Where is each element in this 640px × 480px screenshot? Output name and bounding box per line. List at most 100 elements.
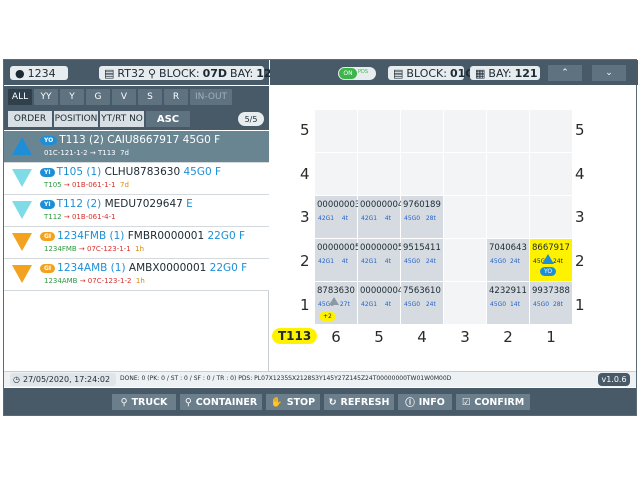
- truck-indicator[interactable]: T113: [272, 328, 318, 344]
- search-icon: ⚲: [120, 396, 128, 408]
- job-type: 45G0 F: [182, 134, 221, 146]
- container-weight: 4t: [384, 301, 391, 308]
- bay-cell[interactable]: 8783630 45G0 27t +2: [315, 282, 357, 324]
- container-weight: 4t: [384, 215, 391, 222]
- bay-label: BAY:: [230, 66, 254, 80]
- bay-cell-empty[interactable]: [401, 110, 443, 152]
- container-type: 42G1: [361, 301, 378, 308]
- refresh-button[interactable]: ↻ REFRESH: [324, 394, 394, 410]
- yo-badge: YO: [540, 267, 557, 276]
- info-button[interactable]: ⓘ INFO: [398, 394, 452, 410]
- pds-toggle[interactable]: ON PDS: [338, 67, 376, 80]
- filter-all[interactable]: ALL: [8, 89, 32, 105]
- container-id: 00000004: [360, 286, 404, 296]
- bay-cell-empty[interactable]: [530, 153, 572, 195]
- done-summary: DONE: 0 (PK: 0 / ST : 0 / SF : 0 / TR : …: [120, 375, 452, 382]
- container-weight: 24t: [552, 258, 563, 265]
- list-item[interactable]: YO T113 (2) CAIU8667917 45G0 F 01C-121-1-…: [4, 131, 269, 163]
- bay-cell[interactable]: 00000005 42G1 4t: [358, 239, 403, 281]
- container-id: 8783630: [317, 286, 355, 296]
- bay-cell-empty[interactable]: [401, 153, 443, 195]
- bay-cell[interactable]: 4232911 45G0 14t: [487, 282, 529, 324]
- user-pill[interactable]: ● 1234: [10, 66, 68, 80]
- container-button[interactable]: ⚲ CONTAINER: [180, 394, 262, 410]
- bay-cell-empty[interactable]: [444, 282, 486, 324]
- job-type: 22G0 F: [209, 262, 248, 274]
- bay-cell-empty[interactable]: [444, 196, 486, 238]
- bay-cell-empty[interactable]: [358, 153, 400, 195]
- confirm-button[interactable]: ☑ CONFIRM: [456, 394, 530, 410]
- right-block-label: BLOCK:: [406, 66, 447, 80]
- job-time: 7d: [120, 149, 129, 157]
- bay-cell-selected[interactable]: 8667917 45G0 24t YO: [530, 239, 572, 281]
- bay-cell-empty[interactable]: [487, 110, 529, 152]
- list-item-title: YI T112 (2) MEDU7029647 E: [40, 198, 193, 210]
- bay-cell[interactable]: 9937388 45G0 28t: [530, 282, 572, 324]
- list-item[interactable]: YI T112 (2) MEDU7029647 E T112 → 01B-061-…: [4, 195, 269, 227]
- right-bay-pill: ▦ BAY: 121: [470, 66, 540, 80]
- container-id: 00000003: [317, 200, 361, 210]
- bay-cell-empty[interactable]: [444, 239, 486, 281]
- route-from: T112: [44, 213, 62, 221]
- job-type: E: [186, 198, 193, 210]
- filter-r[interactable]: R: [164, 89, 188, 105]
- bay-cell[interactable]: 00000004 42G1 4t: [358, 282, 404, 324]
- checkbox-icon: ☑: [461, 396, 471, 408]
- sort-ytrt[interactable]: YT/RT NO: [100, 111, 144, 127]
- list-item[interactable]: YI T105 (1) CLHU8783630 45G0 F T105 → 01B…: [4, 163, 269, 195]
- filter-y[interactable]: Y: [60, 89, 84, 105]
- job-type: 45G0 F: [183, 166, 222, 178]
- filter-in-out[interactable]: IN-OUT: [190, 89, 232, 105]
- container-type: 42G1: [318, 258, 335, 265]
- bay-cell[interactable]: 00000005 42G1 4t: [315, 239, 360, 281]
- job-badge: GI: [40, 263, 56, 273]
- job-truck: T105 (1): [56, 166, 102, 178]
- bay-up-button[interactable]: ⌃: [548, 65, 582, 81]
- bay-cell-empty[interactable]: [530, 196, 572, 238]
- bay-cell-empty[interactable]: [315, 110, 357, 152]
- bay-cell[interactable]: 7563610 45G0 24t: [401, 282, 443, 324]
- rt-number: RT32: [117, 66, 145, 80]
- container-info: 42G1 4t: [361, 301, 391, 308]
- list-item-title: YI T105 (1) CLHU8783630 45G0 F: [40, 166, 221, 178]
- list-item-route: 01C-121-1-2 → T113 7d: [44, 149, 129, 157]
- bay-down-button[interactable]: ⌄: [592, 65, 626, 81]
- block-icon: ▤: [393, 66, 404, 80]
- bay-cell-empty[interactable]: [358, 110, 400, 152]
- bay-cell[interactable]: 00000003 42G1 4t: [315, 196, 361, 238]
- bay-cell-empty[interactable]: [444, 153, 486, 195]
- user-icon: ●: [15, 66, 25, 80]
- filter-s[interactable]: S: [138, 89, 162, 105]
- list-item[interactable]: GI 1234FMB (1) FMBR0000001 22G0 F 1234FMB…: [4, 227, 269, 259]
- route-from: 1234AMB: [44, 277, 78, 285]
- bay-cell[interactable]: 7040643 45G0 24t: [487, 239, 529, 281]
- bay-cell-empty[interactable]: [315, 153, 357, 195]
- bay-cell[interactable]: 9515411 45G0 24t: [401, 239, 443, 281]
- block-label: BLOCK:: [159, 66, 200, 80]
- sort-asc[interactable]: ASC: [146, 111, 190, 127]
- filter-g[interactable]: G: [86, 89, 110, 105]
- filter-yy[interactable]: YY: [34, 89, 58, 105]
- bay-cell-empty[interactable]: [444, 110, 486, 152]
- container-info: 42G1 4t: [361, 258, 391, 265]
- container-weight: 4t: [384, 258, 391, 265]
- triangle-down-icon: [12, 201, 32, 219]
- col-label: 1: [546, 328, 556, 346]
- bay-cell-empty[interactable]: [530, 110, 572, 152]
- row-label-right: 5: [575, 121, 585, 139]
- bay-cell-empty[interactable]: [487, 196, 529, 238]
- triangle-down-icon: [12, 169, 32, 187]
- route-to: 07C-123-1-2: [87, 277, 132, 285]
- bay-cell-empty[interactable]: [487, 153, 529, 195]
- filter-v[interactable]: V: [112, 89, 136, 105]
- stop-button[interactable]: ✋ STOP: [266, 394, 320, 410]
- container-weight: 27t: [339, 301, 350, 308]
- route-from: 01C-121-1-2: [44, 149, 88, 157]
- truck-button[interactable]: ⚲ TRUCK: [112, 394, 176, 410]
- bay-cell[interactable]: 9760189 45G0 28t: [401, 196, 443, 238]
- sort-order[interactable]: ORDER: [8, 111, 52, 127]
- bay-cell[interactable]: 00000004 42G1 4t: [358, 196, 403, 238]
- list-item[interactable]: GI 1234AMB (1) AMBX0000001 22G0 F 1234AMB…: [4, 259, 269, 291]
- sort-position[interactable]: POSITION: [54, 111, 98, 127]
- row-label-left: 2: [300, 252, 310, 270]
